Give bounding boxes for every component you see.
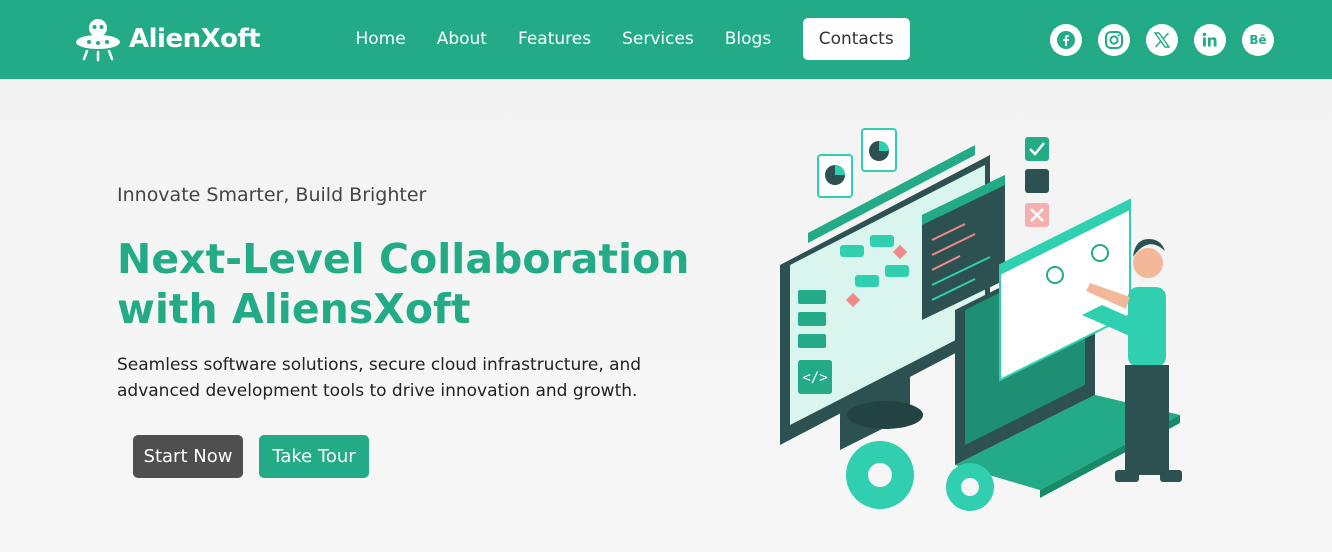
- behance-icon: Bē: [1249, 33, 1267, 47]
- facebook-icon: [1057, 31, 1075, 49]
- nav-about[interactable]: About: [421, 18, 502, 60]
- facebook-link[interactable]: [1050, 24, 1082, 56]
- alien-ufo-icon: [76, 19, 120, 62]
- status-badges: [1025, 137, 1049, 227]
- nav-features[interactable]: Features: [502, 18, 606, 60]
- main-nav: Home About Features Services Blogs Conta…: [340, 18, 910, 60]
- nav-home[interactable]: Home: [340, 18, 421, 60]
- brand-name: AlienXoft: [129, 24, 261, 54]
- linkedin-link[interactable]: [1194, 24, 1226, 56]
- nav-contacts[interactable]: Contacts: [802, 18, 910, 60]
- svg-text:</>: </>: [802, 370, 827, 386]
- x-twitter-link[interactable]: [1146, 24, 1178, 56]
- nav-blogs[interactable]: Blogs: [709, 18, 786, 60]
- instagram-link[interactable]: [1098, 24, 1130, 56]
- developer-workspace-illustration: </>: [780, 128, 1182, 511]
- headline-line-2: with AliensXoft: [117, 285, 471, 333]
- behance-link[interactable]: Bē: [1242, 24, 1274, 56]
- chart-bubbles: [817, 128, 897, 198]
- social-links: Bē: [1050, 24, 1290, 56]
- hero-headline: Next-Level Collaboration with AliensXoft: [117, 234, 717, 334]
- linkedin-icon: [1202, 32, 1217, 47]
- x-twitter-icon: [1153, 32, 1171, 48]
- nav-services[interactable]: Services: [607, 18, 710, 60]
- hero-subtext: Seamless software solutions, secure clou…: [117, 355, 642, 401]
- start-now-button[interactable]: Start Now: [133, 435, 243, 478]
- navbar: AlienXoft Home About Features Services B…: [0, 0, 1332, 79]
- instagram-icon: [1105, 31, 1123, 49]
- headline-line-1: Next-Level Collaboration: [117, 235, 690, 283]
- hero-tagline: Innovate Smarter, Build Brighter: [117, 184, 427, 206]
- logo[interactable]: AlienXoft: [73, 14, 261, 64]
- take-tour-button[interactable]: Take Tour: [259, 435, 369, 478]
